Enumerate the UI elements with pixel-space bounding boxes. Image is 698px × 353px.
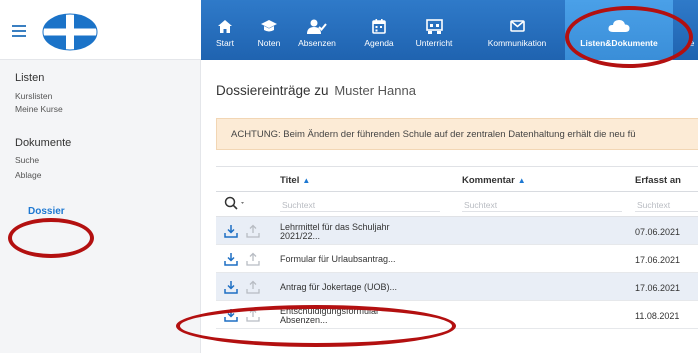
title-filter-input[interactable]	[280, 198, 440, 212]
user-check-icon	[306, 16, 328, 36]
sidebar: Listen Kurslisten Meine Kurse Dokumente …	[0, 60, 201, 353]
nav-agenda[interactable]: Agenda	[360, 0, 398, 60]
download-icon[interactable]	[224, 224, 238, 238]
main-content: Dossiereinträge zu Muster Hanna ACHTUNG:…	[201, 60, 698, 353]
nav-absenzen[interactable]: Absenzen	[294, 0, 340, 60]
comment-filter-input[interactable]	[462, 198, 622, 212]
search-icon	[224, 196, 244, 210]
home-icon	[214, 16, 236, 36]
row-title[interactable]: Formular für Urlaubsantrag...	[280, 255, 396, 264]
app-logo	[42, 13, 98, 51]
student-name: Muster Hanna	[334, 83, 416, 98]
sort-ascending-icon: ▲	[302, 176, 311, 185]
nav-listen-dokumente[interactable]: Listen&Dokumente	[565, 0, 673, 60]
sidebar-item-meine-kurse[interactable]: Meine Kurse	[15, 104, 63, 114]
download-icon[interactable]	[224, 308, 238, 322]
upload-icon	[246, 308, 260, 322]
date-filter-input[interactable]	[635, 198, 698, 212]
row-date: 11.08.2021	[635, 311, 680, 321]
column-header-titel[interactable]: Titel ▲	[280, 175, 310, 186]
upload-icon	[246, 252, 260, 266]
search-filter-dropdown[interactable]	[224, 196, 248, 212]
download-icon[interactable]	[224, 280, 238, 294]
row-date: 07.06.2021	[635, 227, 681, 237]
upload-icon	[246, 280, 260, 294]
classroom-icon	[423, 16, 445, 36]
column-header-erfasst-an[interactable]: Erfasst an	[635, 175, 681, 186]
sidebar-heading-listen: Listen	[15, 72, 45, 84]
row-date: 17.06.2021	[635, 283, 681, 293]
nav-kommunikation[interactable]: Kommunikation	[485, 0, 549, 60]
top-navigation: Start Noten Absenzen Agenda Unterricht K…	[201, 0, 698, 60]
cloud-icon	[608, 16, 630, 36]
table-row[interactable]: Antrag für Jokertage (UOB)... 17.06.2021	[216, 273, 698, 301]
filter-row	[216, 192, 698, 217]
column-header-kommentar[interactable]: Kommentar ▲	[462, 175, 526, 186]
graduation-cap-icon	[258, 16, 280, 36]
nav-unterricht[interactable]: Unterricht	[411, 0, 457, 60]
hamburger-menu-icon[interactable]	[12, 25, 26, 37]
sidebar-item-kurslisten[interactable]: Kurslisten	[15, 91, 52, 101]
row-title[interactable]: Entschuldigungsformular Absenzen...	[280, 307, 379, 325]
sidebar-item-dossier[interactable]: Dossier	[28, 206, 65, 217]
row-date: 17.06.2021	[635, 255, 681, 265]
row-title[interactable]: Antrag für Jokertage (UOB)...	[280, 283, 397, 292]
nav-more[interactable]: e	[685, 0, 698, 60]
table-row[interactable]: Formular für Urlaubsantrag... 17.06.2021	[216, 245, 698, 273]
calendar-icon	[368, 16, 390, 36]
upload-icon	[246, 224, 260, 238]
table-header: Titel ▲ Kommentar ▲ Erfasst an	[216, 166, 698, 192]
row-title[interactable]: Lehrmittel für das Schuljahr 2021/22...	[280, 223, 390, 241]
table-row[interactable]: Lehrmittel für das Schuljahr 2021/22... 0…	[216, 217, 698, 245]
sidebar-item-ablage[interactable]: Ablage	[15, 170, 41, 180]
nav-start[interactable]: Start	[207, 0, 243, 60]
nav-noten[interactable]: Noten	[251, 0, 287, 60]
sidebar-heading-dokumente: Dokumente	[15, 137, 72, 149]
envelope-icon	[506, 16, 528, 36]
download-icon[interactable]	[224, 252, 238, 266]
warning-alert: ACHTUNG: Beim Ändern der führenden Schul…	[216, 118, 698, 150]
table-row[interactable]: Entschuldigungsformular Absenzen... 11.08…	[216, 301, 698, 329]
sidebar-item-suche[interactable]: Suche	[15, 155, 39, 165]
page-title: Dossiereinträge zu Muster Hanna	[216, 83, 416, 98]
logo-area	[0, 0, 201, 60]
sort-ascending-icon: ▲	[517, 176, 526, 185]
